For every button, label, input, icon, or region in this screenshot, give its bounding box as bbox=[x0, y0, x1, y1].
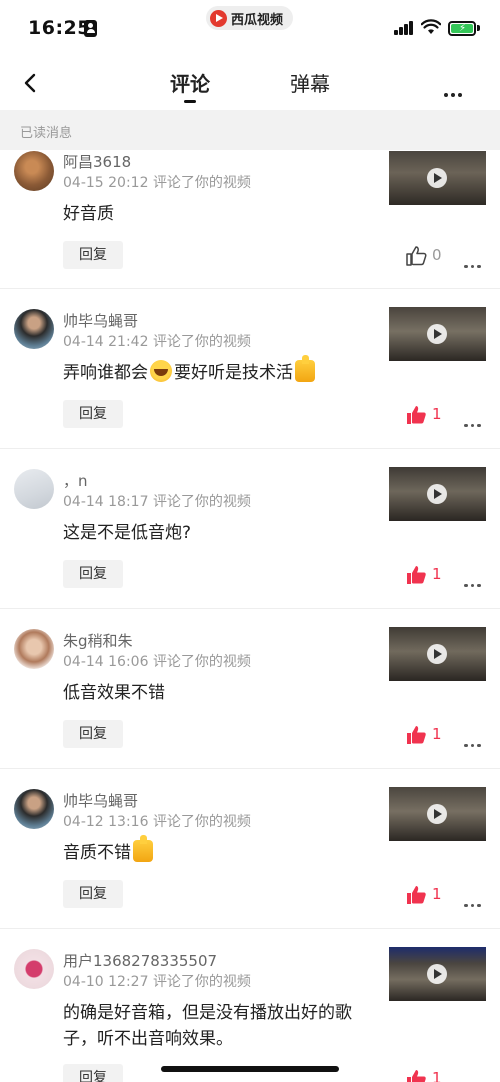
more-options-icon[interactable] bbox=[464, 1076, 486, 1082]
tab-danmaku[interactable]: 弹幕 bbox=[290, 68, 330, 97]
avatar[interactable] bbox=[14, 469, 54, 509]
reply-button[interactable]: 回复 bbox=[63, 400, 123, 428]
list-item: 阿昌3618 04-15 20:12 评论了你的视频 好音质 回复 0 bbox=[0, 150, 500, 289]
tab-comments[interactable]: 评论 bbox=[170, 68, 210, 97]
comment-text: 低音效果不错 bbox=[63, 683, 165, 703]
battery-icon: ⚡ bbox=[448, 21, 476, 36]
like-icon[interactable] bbox=[405, 724, 427, 746]
app-name: 西瓜视频 bbox=[231, 12, 284, 28]
tab-indicator bbox=[184, 100, 196, 103]
like-icon[interactable] bbox=[405, 564, 427, 586]
notification-list: 阿昌3618 04-15 20:12 评论了你的视频 好音质 回复 0 帅毕乌蝇… bbox=[0, 150, 500, 1082]
play-icon bbox=[427, 804, 447, 824]
reply-button[interactable]: 回复 bbox=[63, 241, 123, 269]
reply-button[interactable]: 回复 bbox=[63, 560, 123, 588]
like-icon[interactable] bbox=[405, 884, 427, 906]
home-indicator[interactable] bbox=[161, 1066, 339, 1072]
return-to-app-pill[interactable]: 西瓜视频 bbox=[206, 6, 294, 30]
thumbs-up-emoji-icon bbox=[295, 355, 315, 382]
username[interactable]: 帅毕乌蝇哥 bbox=[63, 790, 138, 811]
more-options-icon[interactable] bbox=[464, 892, 486, 907]
play-icon bbox=[427, 484, 447, 504]
video-thumbnail[interactable] bbox=[389, 947, 486, 1001]
video-thumbnail[interactable] bbox=[389, 151, 486, 205]
battery-nub bbox=[477, 25, 480, 31]
more-options-icon[interactable] bbox=[464, 732, 486, 747]
comment-text: 这是不是低音炮? bbox=[63, 523, 192, 543]
video-thumbnail[interactable] bbox=[389, 467, 486, 521]
timestamp: 04-14 18:17 评论了你的视频 bbox=[63, 494, 251, 510]
reply-button[interactable]: 回复 bbox=[63, 720, 123, 748]
more-options-icon[interactable] bbox=[464, 412, 486, 427]
like-count: 1 bbox=[432, 405, 442, 423]
video-thumbnail[interactable] bbox=[389, 307, 486, 361]
person-icon bbox=[84, 20, 97, 37]
comment-text: 音质不错 bbox=[63, 835, 368, 866]
avatar[interactable] bbox=[14, 949, 54, 989]
avatar[interactable] bbox=[14, 629, 54, 669]
reply-button[interactable]: 回复 bbox=[63, 1064, 123, 1082]
list-item: 帅毕乌蝇哥 04-12 13:16 评论了你的视频 音质不错 回复 1 bbox=[0, 769, 500, 929]
comment-text: 弄响谁都会 要好听是技术活 bbox=[63, 355, 368, 386]
like-icon[interactable] bbox=[405, 1068, 427, 1082]
like-count: 0 bbox=[432, 246, 442, 264]
play-icon bbox=[427, 964, 447, 984]
play-icon bbox=[427, 644, 447, 664]
timestamp: 04-10 12:27 评论了你的视频 bbox=[63, 974, 251, 990]
xigua-logo-icon bbox=[210, 9, 227, 27]
list-item: 用户1368278335507 04-10 12:27 评论了你的视频 的确是好… bbox=[0, 929, 500, 1082]
like-count: 1 bbox=[432, 885, 442, 903]
comment-text: 好音质 bbox=[63, 204, 114, 224]
like-count: 1 bbox=[432, 1069, 442, 1082]
like-count: 1 bbox=[432, 725, 442, 743]
list-item: 朱g稍和朱 04-14 16:06 评论了你的视频 低音效果不错 回复 1 bbox=[0, 609, 500, 769]
play-icon bbox=[427, 324, 447, 344]
comment-text: 的确是好音箱，但是没有播放出好的歌子，听不出音响效果。 bbox=[63, 1003, 352, 1049]
avatar[interactable] bbox=[14, 789, 54, 829]
like-count: 1 bbox=[432, 565, 442, 583]
username[interactable]: 用户1368278335507 bbox=[63, 950, 217, 971]
username[interactable]: 阿昌3618 bbox=[63, 151, 131, 172]
thumbs-up-emoji-icon bbox=[133, 835, 153, 862]
status-bar: 16:25 西瓜视频 ⚡ bbox=[0, 0, 500, 56]
list-item: ，n 04-14 18:17 评论了你的视频 这是不是低音炮? 回复 1 bbox=[0, 449, 500, 609]
list-item: 帅毕乌蝇哥 04-14 21:42 评论了你的视频 弄响谁都会 要好听是技术活 回… bbox=[0, 289, 500, 449]
more-options-icon[interactable] bbox=[444, 82, 466, 97]
video-thumbnail[interactable] bbox=[389, 627, 486, 681]
section-title: 已读消息 bbox=[20, 126, 73, 141]
wifi-icon bbox=[421, 19, 441, 34]
reply-button[interactable]: 回复 bbox=[63, 880, 123, 908]
nav-bar: 评论 弹幕 bbox=[0, 56, 500, 110]
username[interactable]: 朱g稍和朱 bbox=[63, 630, 133, 651]
like-icon[interactable] bbox=[405, 404, 427, 426]
cellular-signal-icon bbox=[394, 21, 414, 35]
play-icon bbox=[427, 168, 447, 188]
back-icon[interactable] bbox=[20, 72, 42, 94]
like-icon[interactable] bbox=[405, 245, 427, 267]
timestamp: 04-14 16:06 评论了你的视频 bbox=[63, 654, 251, 670]
username[interactable]: 帅毕乌蝇哥 bbox=[63, 310, 138, 331]
timestamp: 04-12 13:16 评论了你的视频 bbox=[63, 814, 251, 830]
avatar[interactable] bbox=[14, 151, 54, 191]
video-thumbnail[interactable] bbox=[389, 787, 486, 841]
more-options-icon[interactable] bbox=[464, 253, 486, 268]
timestamp: 04-15 20:12 评论了你的视频 bbox=[63, 175, 251, 191]
status-time: 16:25 bbox=[28, 17, 91, 39]
avatar[interactable] bbox=[14, 309, 54, 349]
more-options-icon[interactable] bbox=[464, 572, 486, 587]
username[interactable]: ，n bbox=[63, 470, 88, 491]
timestamp: 04-14 21:42 评论了你的视频 bbox=[63, 334, 251, 350]
section-header: 已读消息 bbox=[0, 110, 500, 150]
laughing-emoji-icon bbox=[150, 360, 172, 382]
